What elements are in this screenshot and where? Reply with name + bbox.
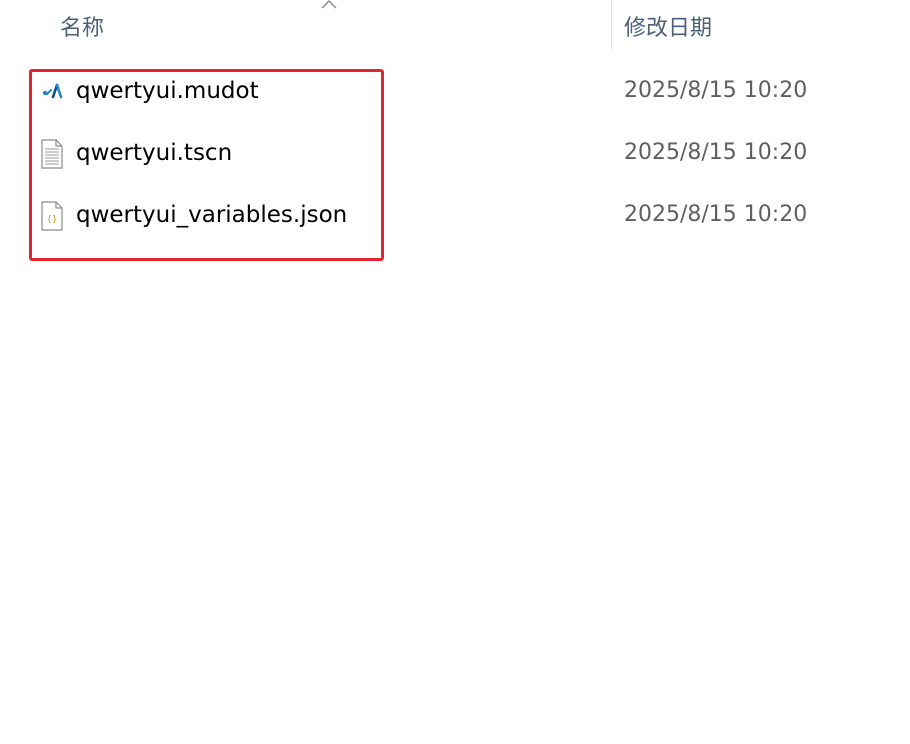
svg-text:{}: {} (47, 215, 58, 225)
file-modified-date: 2025/8/15 10:20 (624, 78, 808, 103)
sort-ascending-icon (321, 0, 337, 9)
mudot-file-icon (42, 83, 63, 99)
file-modified-date: 2025/8/15 10:20 (624, 202, 808, 227)
file-row[interactable]: {} qwertyui_variables.json 2025/8/15 10:… (0, 185, 910, 245)
column-header-name[interactable]: 名称 (60, 0, 104, 52)
column-header-date-modified[interactable]: 修改日期 (624, 0, 712, 52)
file-name[interactable]: qwertyui.mudot (76, 61, 259, 121)
file-name[interactable]: qwertyui.tscn (76, 123, 232, 183)
json-file-icon: {} (41, 201, 63, 231)
file-explorer-view: 名称 修改日期 qwertyui.mudot 2025/8/15 10:20 q… (0, 0, 910, 744)
file-row[interactable]: qwertyui.tscn 2025/8/15 10:20 (0, 123, 910, 183)
column-header-row: 名称 修改日期 (0, 0, 910, 52)
file-name[interactable]: qwertyui_variables.json (76, 185, 347, 245)
column-divider[interactable] (611, 0, 612, 50)
text-file-icon (41, 139, 63, 169)
file-row[interactable]: qwertyui.mudot 2025/8/15 10:20 (0, 61, 910, 121)
file-modified-date: 2025/8/15 10:20 (624, 140, 808, 165)
